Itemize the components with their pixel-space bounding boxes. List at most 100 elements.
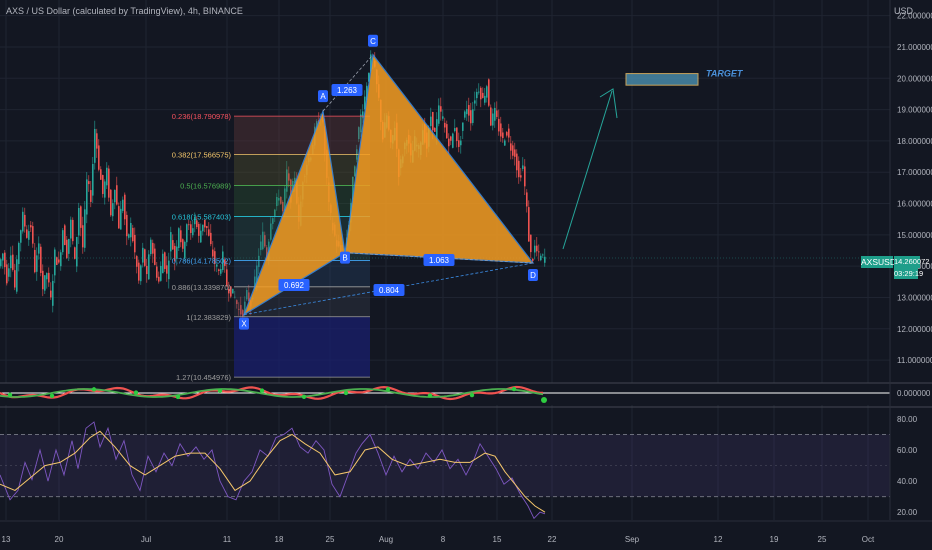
time-tick-label: 8 xyxy=(441,535,446,544)
candle-body xyxy=(164,252,166,269)
candle-body xyxy=(22,211,24,232)
price-tick-label: 19.000000 xyxy=(897,106,932,115)
time-tick-label: 25 xyxy=(818,535,827,544)
candle-body xyxy=(454,128,456,132)
candle-body xyxy=(60,252,62,267)
fib-level-label: 1.27(10.454976) xyxy=(176,373,232,382)
candle-body xyxy=(182,239,184,249)
candle-body xyxy=(40,246,42,273)
candle-body xyxy=(458,140,460,147)
candle-body xyxy=(6,264,8,284)
rsi-tick-label: 80.00 xyxy=(897,415,918,424)
time-tick-label: Jul xyxy=(141,535,151,544)
candle-body xyxy=(178,228,180,248)
projection-arrow-line xyxy=(562,90,613,250)
oscillator-panel: 0.000000 xyxy=(0,382,932,408)
candle-body xyxy=(210,232,212,245)
candle-body xyxy=(74,247,76,259)
osc-signal-dot xyxy=(217,388,223,394)
candle-body xyxy=(452,133,454,148)
candle-body xyxy=(30,225,32,228)
candle-body xyxy=(168,260,170,280)
candle-body xyxy=(468,105,470,116)
candle-body xyxy=(142,247,144,263)
osc-signal-dot xyxy=(541,397,547,403)
candle-body xyxy=(450,136,452,141)
candle-body xyxy=(190,224,192,233)
candle-body xyxy=(496,110,498,117)
osc-bg xyxy=(0,383,890,405)
candle-body xyxy=(10,255,12,269)
candle-body xyxy=(118,206,120,229)
osc-signal-dot xyxy=(7,392,13,397)
candle-body xyxy=(436,119,438,139)
time-tick-label: 18 xyxy=(275,535,284,544)
candle-body xyxy=(108,168,110,198)
candle-body xyxy=(438,105,440,124)
candle-body xyxy=(486,86,488,98)
time-tick-label: 22 xyxy=(548,535,557,544)
candle-body xyxy=(78,208,80,236)
candle-body xyxy=(24,214,26,227)
osc-signal-dot xyxy=(91,387,97,392)
osc-signal-dot xyxy=(469,392,475,398)
candle-body xyxy=(92,164,94,196)
time-tick-label: 20 xyxy=(55,535,64,544)
candle-body xyxy=(434,128,436,132)
candle-body xyxy=(498,118,500,132)
fib-level-label: 1(12.383829) xyxy=(186,313,231,322)
price-tick-label: 11.000000 xyxy=(897,356,932,365)
candle-body xyxy=(100,169,102,180)
time-tick-label: 12 xyxy=(714,535,723,544)
candle-body xyxy=(500,123,502,137)
time-tick-label: 19 xyxy=(770,535,779,544)
candle-body xyxy=(96,133,98,149)
candle-body xyxy=(542,254,544,256)
osc-signal-dot xyxy=(259,388,265,393)
time-tick-label: 15 xyxy=(493,535,502,544)
candle-body xyxy=(180,230,182,243)
currency-label: USD xyxy=(894,6,914,16)
osc-signal-dot xyxy=(385,387,391,392)
price-tick-label: 15.000000 xyxy=(897,231,932,240)
candle-body xyxy=(504,140,506,146)
candle-body xyxy=(512,145,514,156)
candle-body xyxy=(446,124,448,139)
time-tick-label: Sep xyxy=(625,535,640,544)
candle-body xyxy=(14,270,16,288)
candle-body xyxy=(530,234,532,253)
candle-body xyxy=(432,112,434,131)
candle-body xyxy=(518,160,520,178)
candle-body xyxy=(48,272,50,283)
candle-body xyxy=(0,259,2,267)
candle-body xyxy=(484,95,486,103)
candle-body xyxy=(480,87,482,100)
candle-body xyxy=(232,288,234,294)
price-tick-label: 13.000000 xyxy=(897,293,932,302)
candle-body xyxy=(12,254,14,270)
candle-body xyxy=(134,234,136,253)
rsi-tick-label: 20.00 xyxy=(897,508,918,517)
candle-body xyxy=(146,265,148,275)
candle-body xyxy=(104,181,106,198)
candle-body xyxy=(90,190,92,202)
trading-chart[interactable]: 0.236(18.790978) 0.382(17.566575) 0.5(16.5… xyxy=(0,0,932,550)
fib-band xyxy=(234,316,370,378)
candle-body xyxy=(68,238,70,254)
candle-body xyxy=(54,249,56,276)
candle-body xyxy=(440,106,442,112)
candle-body xyxy=(460,140,462,146)
osc-signal-dot xyxy=(343,390,349,396)
candle-body xyxy=(64,225,66,246)
osc-signal-dot xyxy=(49,393,55,399)
candle-body xyxy=(430,116,432,127)
candle-body xyxy=(110,189,112,216)
symbol-title[interactable]: AXS / US Dollar (calculated by TradingVi… xyxy=(6,6,243,16)
candle-body xyxy=(476,91,478,99)
bar-countdown: 03:29:19 xyxy=(894,268,924,279)
time-tick-label: 25 xyxy=(326,535,335,544)
point-x-label: X xyxy=(241,320,247,329)
candle-body xyxy=(32,226,34,244)
candle-body xyxy=(506,132,508,136)
candle-body xyxy=(70,219,72,239)
